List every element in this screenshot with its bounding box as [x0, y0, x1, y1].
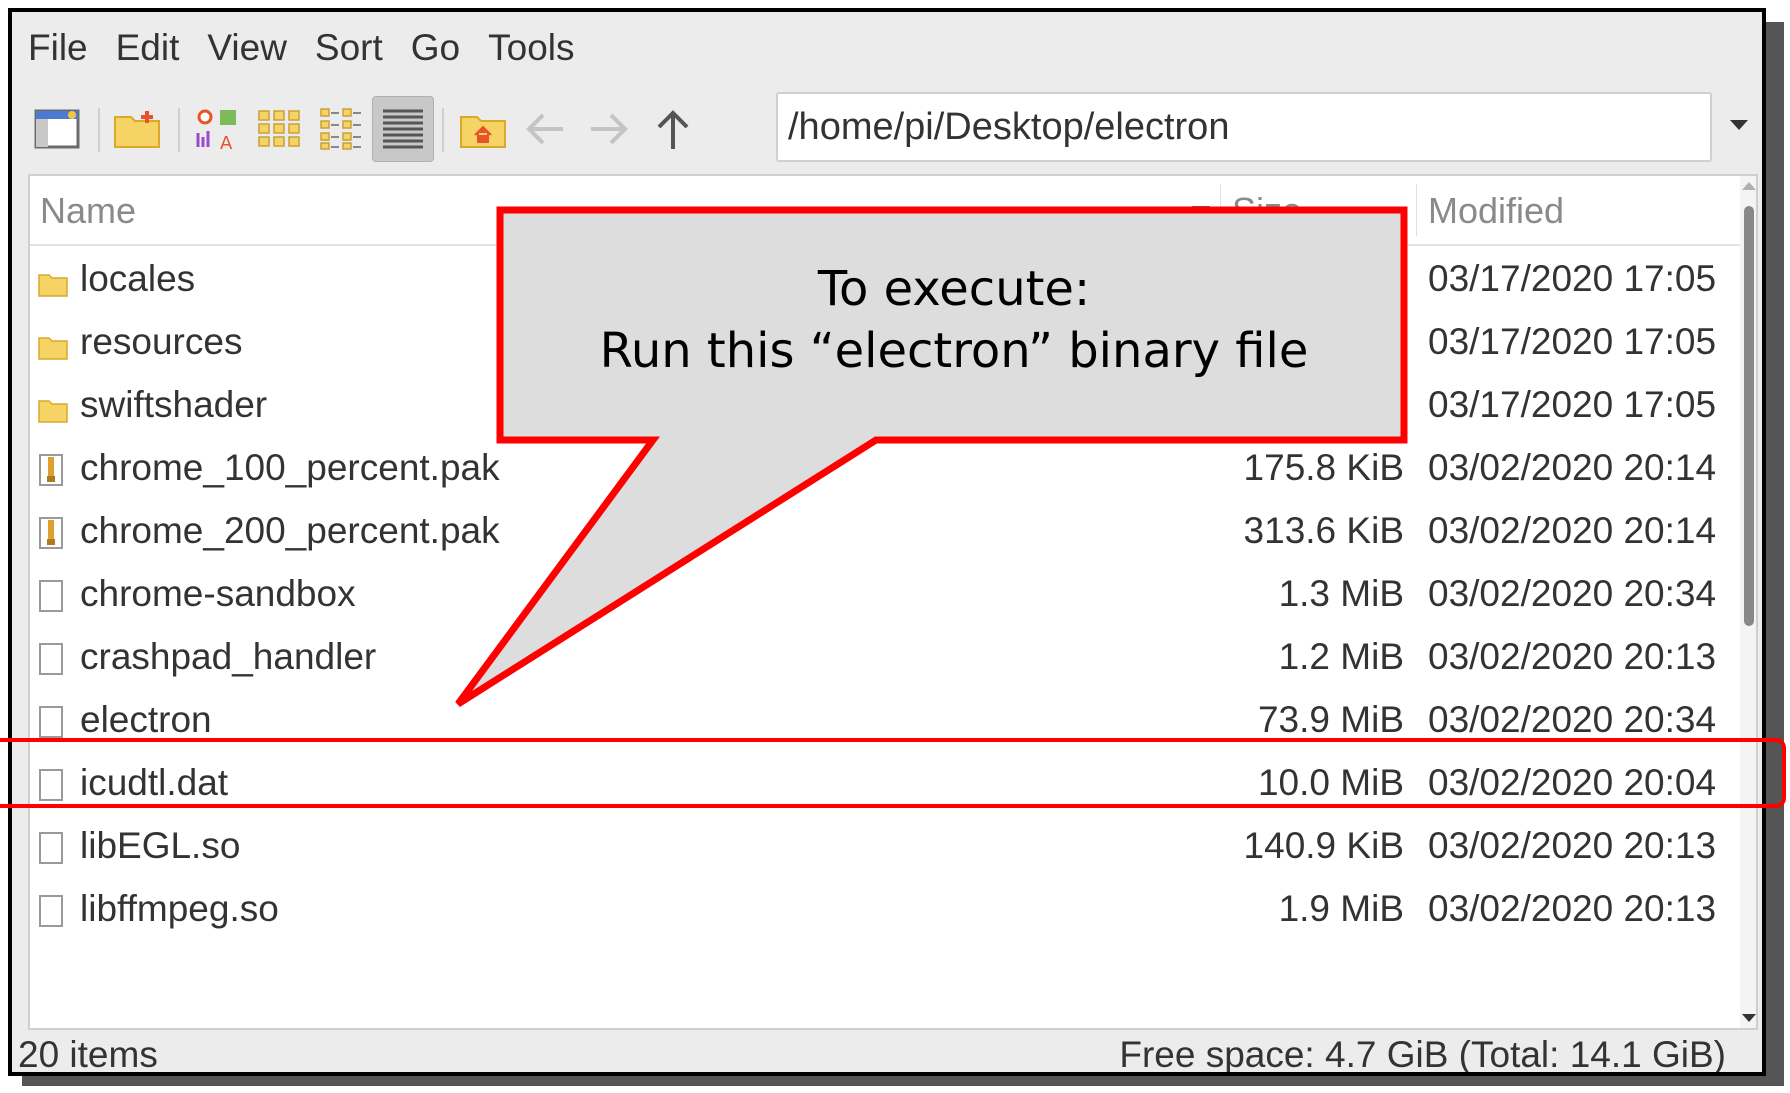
- file-icon: [38, 705, 64, 747]
- file-name: chrome_100_percent.pak: [80, 447, 500, 488]
- file-name: icudtl.dat: [80, 762, 229, 803]
- column-size[interactable]: Size: [1232, 190, 1302, 232]
- file-row-libffmpeg-so[interactable]: libffmpeg.so 1.9 MiB 03/02/2020 20:13: [30, 874, 1740, 946]
- file-row-chrome-200-percent-pak[interactable]: chrome_200_percent.pak 313.6 KiB 03/02/202…: [30, 496, 1740, 568]
- back-button[interactable]: [514, 96, 576, 162]
- callout-line-1: To execute:: [817, 261, 1091, 317]
- path-input[interactable]: [776, 92, 1712, 162]
- back-arrow-icon: [526, 113, 563, 145]
- menu-go[interactable]: Go: [411, 27, 460, 69]
- file-modified: 03/02/2020 20:13: [1428, 888, 1717, 929]
- file-modified: 03/02/2020 20:14: [1428, 510, 1717, 551]
- archive-file-icon: [38, 516, 64, 558]
- file-name: chrome_200_percent.pak: [80, 510, 500, 551]
- forward-arrow-icon: [591, 113, 628, 145]
- file-name: resources: [80, 321, 243, 362]
- compact-view-button[interactable]: [310, 96, 372, 162]
- menu-view[interactable]: View: [207, 27, 287, 69]
- file-modified: 03/17/2020 17:05: [1428, 258, 1717, 299]
- svg-text:A: A: [220, 133, 233, 151]
- vertical-scrollbar[interactable]: [1740, 176, 1756, 1028]
- file-manager-window: File Edit View Sort Go Tools A /home/pi/…: [8, 8, 1766, 1076]
- menu-file[interactable]: File: [28, 27, 88, 69]
- file-modified: 03/02/2020 20:13: [1428, 825, 1717, 866]
- status-bar: 20 items Free space: 4.7 GiB (Total: 14.…: [12, 1034, 1762, 1075]
- file-name: chrome-sandbox: [80, 573, 356, 614]
- path-dropdown-icon[interactable]: [1730, 120, 1748, 130]
- file-modified: 03/17/2020 17:05: [1428, 384, 1717, 425]
- up-arrow-icon: [657, 110, 689, 149]
- file-name: libffmpeg.so: [80, 888, 279, 929]
- home-icon: [460, 116, 506, 148]
- menu-sort[interactable]: Sort: [315, 27, 383, 69]
- menu-edit[interactable]: Edit: [116, 27, 180, 69]
- new-folder-button[interactable]: [106, 96, 168, 162]
- file-icon: [38, 579, 64, 621]
- icon-view-icon: A: [196, 109, 236, 151]
- file-icon: [38, 768, 64, 810]
- file-name: crashpad_handler: [80, 636, 377, 677]
- forward-button[interactable]: [578, 96, 640, 162]
- file-row-crashpad-handler[interactable]: crashpad_handler 1.2 MiB 03/02/2020 20:13: [30, 622, 1740, 694]
- sort-descending-icon: [1192, 206, 1210, 215]
- column-name[interactable]: Name: [40, 190, 136, 232]
- free-space: Free space: 4.7 GiB (Total: 14.1 GiB): [1119, 1034, 1726, 1075]
- file-size: 1.9 MiB: [1278, 888, 1404, 929]
- file-modified: 03/17/2020 17:05: [1428, 321, 1717, 362]
- file-row-icudtl-dat[interactable]: icudtl.dat 10.0 MiB 03/02/2020 20:04: [30, 748, 1740, 820]
- thumbnail-view-button[interactable]: [248, 96, 310, 162]
- file-icon: [38, 894, 64, 936]
- file-size: 175.8 KiB: [1243, 447, 1404, 488]
- file-size: 1.3 MiB: [1278, 573, 1404, 614]
- file-size: 1.2 MiB: [1278, 636, 1404, 677]
- callout-text: To execute: Run this “electron” binary f…: [504, 258, 1404, 382]
- menu-tools[interactable]: Tools: [488, 27, 574, 69]
- file-modified: 03/02/2020 20:13: [1428, 636, 1717, 677]
- home-button[interactable]: [452, 96, 514, 162]
- thumbnail-view-icon: [258, 110, 300, 147]
- file-size: 73.9 MiB: [1257, 699, 1404, 740]
- toolbar: A: [12, 90, 1762, 170]
- scroll-down-icon[interactable]: [1742, 1014, 1756, 1022]
- file-size: 313.6 KiB: [1243, 510, 1404, 551]
- new-window-button[interactable]: [26, 96, 88, 162]
- file-name: locales: [80, 258, 196, 299]
- new-folder-icon: [114, 111, 160, 148]
- icon-view-button[interactable]: A: [186, 96, 248, 162]
- folder-icon: [38, 390, 68, 432]
- file-row-electron[interactable]: electron 73.9 MiB 03/02/2020 20:34: [30, 685, 1740, 757]
- file-name: swiftshader: [80, 384, 268, 425]
- column-modified[interactable]: Modified: [1428, 190, 1564, 232]
- file-icon: [38, 642, 64, 684]
- new-window-icon: [34, 109, 80, 149]
- file-modified: 03/02/2020 20:04: [1428, 762, 1717, 803]
- column-header: Name Size Modified: [30, 176, 1740, 246]
- archive-file-icon: [38, 453, 64, 495]
- menubar: File Edit View Sort Go Tools: [12, 12, 1762, 84]
- file-row-chrome-100-percent-pak[interactable]: chrome_100_percent.pak 175.8 KiB 03/02/202…: [30, 433, 1740, 505]
- scroll-up-icon[interactable]: [1742, 182, 1756, 190]
- compact-view-icon: [320, 108, 361, 150]
- folder-icon: [38, 327, 68, 369]
- file-name: libEGL.so: [80, 825, 241, 866]
- file-modified: 03/02/2020 20:34: [1428, 573, 1717, 614]
- file-size: 10.0 MiB: [1257, 762, 1404, 803]
- folder-icon: [38, 264, 68, 306]
- file-modified: 03/02/2020 20:14: [1428, 447, 1717, 488]
- detailed-list-view-button[interactable]: [372, 96, 434, 162]
- file-name: electron: [80, 699, 212, 740]
- file-size: 140.9 KiB: [1243, 825, 1404, 866]
- file-row-chrome-sandbox[interactable]: chrome-sandbox 1.3 MiB 03/02/2020 20:34: [30, 559, 1740, 631]
- item-count: 20 items: [18, 1034, 158, 1075]
- callout-line-2: Run this “electron” binary file: [599, 323, 1309, 379]
- file-modified: 03/02/2020 20:34: [1428, 699, 1717, 740]
- scroll-thumb[interactable]: [1744, 206, 1754, 626]
- file-icon: [38, 831, 64, 873]
- up-button[interactable]: [642, 96, 704, 162]
- detailed-list-view-icon: [383, 109, 423, 149]
- file-row-libegl-so[interactable]: libEGL.so 140.9 KiB 03/02/2020 20:13: [30, 811, 1740, 883]
